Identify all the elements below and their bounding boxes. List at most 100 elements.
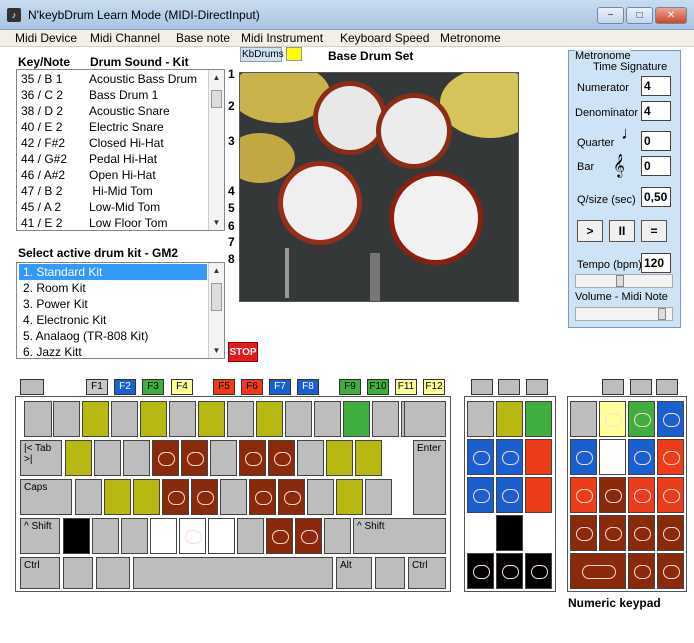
right-ctrl-key[interactable]: Ctrl	[408, 557, 446, 589]
letter-key[interactable]	[210, 440, 237, 476]
kit-item[interactable]: 2. Room Kit	[19, 280, 207, 296]
menu-key[interactable]	[375, 557, 405, 589]
equal-button[interactable]: =	[641, 220, 667, 242]
number-key-10[interactable]	[314, 401, 341, 437]
letter-key[interactable]	[65, 440, 92, 476]
nav-key[interactable]	[496, 477, 523, 513]
stop-button[interactable]: STOP	[228, 342, 258, 362]
number-key-3[interactable]	[111, 401, 138, 437]
numpad-top-key[interactable]	[656, 379, 678, 395]
list-item[interactable]: 46 / A#2 Open Hi-Hat	[19, 167, 207, 183]
kit-item[interactable]: 1. Standard Kit	[19, 264, 207, 280]
numpad-key[interactable]	[570, 439, 597, 475]
play-button[interactable]: >	[577, 220, 603, 242]
menu-midi-channel[interactable]: Midi Channel	[90, 31, 160, 45]
scroll-thumb[interactable]	[211, 90, 222, 108]
function-key-f2[interactable]: F2	[114, 379, 136, 395]
nav-key[interactable]	[467, 439, 494, 475]
menu-midi-device[interactable]: Midi Device	[15, 31, 77, 45]
scroll-thumb[interactable]	[211, 283, 222, 311]
letter-key[interactable]	[94, 440, 121, 476]
letter-key[interactable]	[150, 518, 177, 554]
letter-key[interactable]	[307, 479, 334, 515]
drum-sound-list[interactable]: 35 / B 1 Acoustic Bass Drum 36 / C 2 Bass D…	[16, 69, 225, 231]
close-button[interactable]: ✕	[655, 7, 687, 24]
kit-item[interactable]: 6. Jazz Kitt	[19, 344, 207, 358]
number-key-9[interactable]	[285, 401, 312, 437]
function-key-f5[interactable]: F5	[213, 379, 235, 395]
numpad-key[interactable]	[599, 401, 626, 437]
tilde-key[interactable]	[24, 401, 52, 437]
function-key-f1[interactable]: F1	[86, 379, 108, 395]
letter-key[interactable]	[266, 518, 293, 554]
number-key-1[interactable]	[53, 401, 80, 437]
list-item[interactable]: 45 / A 2 Low-Mid Tom	[19, 199, 207, 215]
letter-key[interactable]	[121, 518, 148, 554]
letter-key[interactable]	[133, 479, 160, 515]
letter-key[interactable]	[162, 479, 189, 515]
numpad-key[interactable]	[657, 401, 684, 437]
letter-key[interactable]	[75, 479, 102, 515]
list-item[interactable]: 41 / E 2 Low Floor Tom	[19, 215, 207, 230]
nav-key[interactable]	[525, 439, 552, 475]
pause-button[interactable]: II	[609, 220, 635, 242]
kit-item[interactable]: 3. Power Kit	[19, 296, 207, 312]
numpad-key[interactable]	[628, 401, 655, 437]
left-ctrl-key[interactable]: Ctrl	[20, 557, 60, 589]
arrow-key[interactable]	[496, 553, 523, 589]
tab-key[interactable]: |< Tab >|	[20, 440, 62, 476]
numpad-top-key[interactable]	[630, 379, 652, 395]
letter-key[interactable]	[237, 518, 264, 554]
menu-metronome[interactable]: Metronome	[440, 31, 501, 45]
left-alt-key[interactable]	[96, 557, 130, 589]
arrow-key[interactable]	[525, 553, 552, 589]
backspace-key[interactable]	[404, 401, 446, 437]
drum-kit-list[interactable]: 1. Standard Kit 2. Room Kit 3. Power Kit 4.…	[16, 262, 225, 359]
letter-key[interactable]	[208, 518, 235, 554]
list-item[interactable]: 40 / E 2 Electric Snare	[19, 119, 207, 135]
letter-key[interactable]	[239, 440, 266, 476]
letter-key[interactable]	[220, 479, 247, 515]
letter-key[interactable]	[92, 518, 119, 554]
denominator-field[interactable]: 4	[641, 101, 671, 121]
letter-key[interactable]	[152, 440, 179, 476]
function-key-f8[interactable]: F8	[297, 379, 319, 395]
numpad-key[interactable]	[628, 477, 655, 513]
numpad-key[interactable]	[657, 439, 684, 475]
function-key-f10[interactable]: F10	[367, 379, 389, 395]
list-item[interactable]: 44 / G#2 Pedal Hi-Hat	[19, 151, 207, 167]
letter-key[interactable]	[63, 518, 90, 554]
tempo-slider[interactable]	[575, 274, 673, 288]
letter-key[interactable]	[268, 440, 295, 476]
letter-key[interactable]	[104, 479, 131, 515]
minimize-button[interactable]: −	[597, 7, 624, 24]
letter-key[interactable]	[326, 440, 353, 476]
number-key-5[interactable]	[169, 401, 196, 437]
right-shift-key[interactable]: ^ Shift	[353, 518, 446, 554]
letter-key[interactable]	[249, 479, 276, 515]
scroll-down-arrow[interactable]: ▼	[209, 215, 224, 230]
numpad-key[interactable]	[570, 477, 597, 513]
numpad-key[interactable]	[599, 515, 626, 551]
function-key-f11[interactable]: F11	[395, 379, 417, 395]
list-item[interactable]: 42 / F#2 Closed Hi-Hat	[19, 135, 207, 151]
numpad-key[interactable]	[599, 477, 626, 513]
space-key[interactable]	[133, 557, 333, 589]
letter-key[interactable]	[324, 518, 351, 554]
numpad-key[interactable]	[628, 515, 655, 551]
left-shift-key[interactable]: ^ Shift	[20, 518, 60, 554]
nav-key[interactable]	[467, 477, 494, 513]
number-key-4[interactable]	[140, 401, 167, 437]
list-item[interactable]: 38 / D 2 Acoustic Snare	[19, 103, 207, 119]
escape-key[interactable]	[20, 379, 44, 395]
quarter-field[interactable]: 0	[641, 131, 671, 151]
win-key[interactable]	[63, 557, 93, 589]
function-key-f6[interactable]: F6	[241, 379, 263, 395]
function-key-f4[interactable]: F4	[171, 379, 193, 395]
numpad-key[interactable]	[657, 477, 684, 513]
numpad-key[interactable]	[570, 401, 597, 437]
caps-lock-key[interactable]: Caps	[20, 479, 72, 515]
kit-item[interactable]: 4. Electronic Kit	[19, 312, 207, 328]
letter-key[interactable]	[181, 440, 208, 476]
function-key-f7[interactable]: F7	[269, 379, 291, 395]
